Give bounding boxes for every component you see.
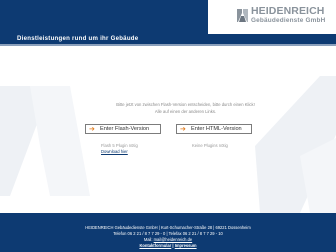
arrow-right-icon: ➔ (180, 126, 186, 133)
tagline: Dienstleistungen rund um ihr Gebäude (17, 35, 139, 42)
company-name: HEIDENREICH (251, 5, 325, 17)
imprint-link[interactable]: Impressum (175, 243, 197, 248)
footer: HEIDENREICH Gebäudedienste GmbH | Kurt-S… (0, 213, 336, 252)
mail-link[interactable]: mail@heidenreich.de (154, 237, 193, 242)
flash-download-link[interactable]: Download hier (101, 149, 138, 155)
html-requirement: Keine Plugins nötig (192, 143, 228, 148)
enter-flash-button[interactable]: ➔ Enter Flash-Version (85, 124, 161, 134)
contact-link[interactable]: Kontaktformular (139, 243, 171, 248)
header: HEIDENREICH Gebäudedienste GmbH Dienstle… (0, 0, 336, 44)
background-watermark-icon (0, 76, 336, 213)
intro-text: Bitte jetzt von zwischen Flash-Version e… (0, 102, 336, 115)
footer-separator: | (172, 243, 174, 248)
intro-line-2: Alle auf einen der anderen Links. (154, 108, 217, 114)
enter-flash-label: Enter Flash-Version (100, 126, 150, 132)
company-logo[interactable]: HEIDENREICH Gebäudedienste GmbH (251, 6, 325, 25)
flash-note: Flash 5 Plugin nötig Download hier (101, 143, 138, 155)
mail-label: Mail: (143, 237, 153, 242)
main-content: Bitte jetzt von zwischen Flash-Version e… (0, 46, 336, 213)
html-note: Keine Plugins nötig (192, 143, 228, 149)
arrow-right-icon: ➔ (89, 126, 95, 133)
company-logo-icon (237, 9, 248, 22)
tagline-bar: Dienstleistungen rund um ihr Gebäude (0, 34, 336, 44)
company-subtitle: Gebäudedienste GmbH (251, 17, 326, 24)
enter-html-label: Enter HTML-Version (191, 126, 242, 132)
footer-links: Kontaktformular | Impressum (0, 243, 336, 249)
enter-html-button[interactable]: ➔ Enter HTML-Version (176, 124, 252, 134)
